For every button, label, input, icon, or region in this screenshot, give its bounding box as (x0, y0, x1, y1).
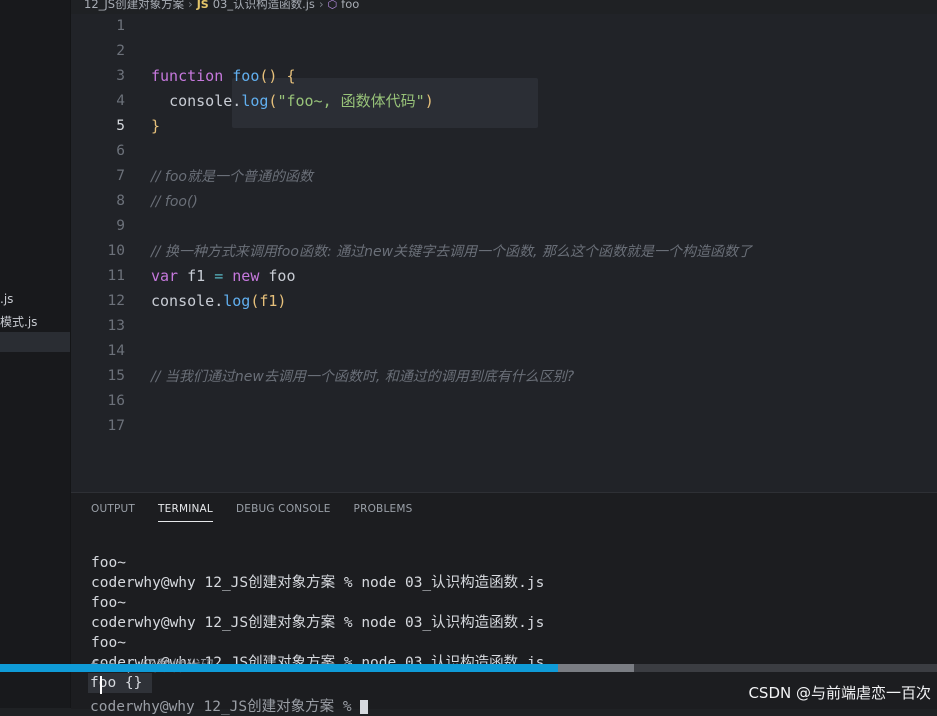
tab-debug-console[interactable]: DEBUG CONSOLE (236, 503, 331, 522)
cube-symbol-icon: ⬡ (327, 0, 338, 11)
code-text: } (151, 114, 160, 139)
code-line[interactable]: 14 (71, 339, 937, 364)
punctuation: (f1) (250, 292, 287, 310)
text-cursor-icon (100, 676, 102, 694)
terminal-output[interactable]: foo~ coderwhy@why 12_JS创建对象方案 % node 03_… (91, 533, 544, 673)
code-text: // foo就是一个普通的函数 (151, 164, 313, 190)
code-line[interactable]: 9 (71, 214, 937, 239)
js-file-icon: JS (196, 0, 209, 11)
line-number: 1 (116, 18, 125, 34)
comment: // 当我们通过new去调用一个函数时, 和通过的调用到底有什么区别? (151, 369, 575, 385)
line-number: 3 (116, 68, 125, 84)
breadcrumb-file[interactable]: 03_认识构造函数.js (213, 0, 315, 12)
panel-tabs: OUTPUT TERMINAL DEBUG CONSOLE PROBLEMS (91, 503, 412, 522)
punctuation: () { (259, 67, 296, 85)
identifier: console (169, 92, 233, 110)
terminal-prompt[interactable]: coderwhy@why 12_JS创建对象方案 % (90, 695, 369, 716)
code-text: var f1 = new foo (151, 264, 296, 289)
progress-buffered (557, 664, 635, 672)
line-number: 15 (107, 368, 125, 384)
code-line[interactable]: 5} (71, 114, 937, 139)
method-name: log (241, 92, 269, 110)
line-number: 13 (107, 318, 125, 334)
code-line[interactable]: 6 (71, 139, 937, 164)
line-number: 12 (107, 293, 125, 309)
keyword: var (151, 267, 179, 285)
line-number: 10 (107, 243, 125, 259)
method-name: log (223, 292, 251, 310)
punctuation: . (232, 92, 242, 110)
breadcrumb-folder[interactable]: 12_JS创建对象方案 (84, 0, 184, 12)
line-number: 4 (116, 93, 125, 109)
terminal-line: foo~ (91, 555, 126, 571)
code-line[interactable]: 17 (71, 414, 937, 439)
line-number: 6 (116, 143, 125, 159)
line-number: 5 (116, 118, 125, 134)
operator: = (214, 267, 224, 285)
code-line[interactable]: 11 var f1 = new foo (71, 264, 937, 289)
identifier: f1 (187, 267, 206, 285)
breadcrumb: 12_JS创建对象方案 › JS 03_认识构造函数.js › ⬡ foo (84, 0, 359, 12)
code-editor[interactable]: 1 2 3 function foo() {4 console.log("foo~, … (71, 14, 937, 492)
breadcrumb-symbol[interactable]: foo (341, 0, 359, 11)
code-line[interactable]: 10 // 换一种方式来调用foo函数: 通过new关键字去调用一个函数, 那么这… (71, 239, 937, 264)
terminal-line: foo~ (91, 595, 126, 611)
line-number: 11 (107, 268, 125, 284)
punctuation: ) (424, 92, 434, 110)
string-literal: "foo~, 函数体代码" (277, 92, 425, 110)
chevron-right-icon: › (188, 0, 193, 11)
line-number: 2 (116, 43, 125, 59)
sidebar-file-item[interactable]: .js (0, 292, 13, 306)
identifier: foo (268, 267, 296, 285)
terminal-line: coderwhy@why 12_JS创建对象方案 % node 03_认识构造函… (91, 575, 545, 591)
chevron-right-icon: › (318, 0, 324, 11)
keyword: function (151, 67, 224, 85)
code-line[interactable]: 12 console.log(f1) (71, 289, 937, 314)
code-line[interactable]: 8 // foo() (71, 189, 937, 214)
tab-output[interactable]: OUTPUT (91, 503, 135, 522)
line-number: 16 (107, 393, 125, 409)
code-line[interactable]: 7 // foo就是一个普通的函数 (71, 164, 937, 189)
tab-problems[interactable]: PROBLEMS (354, 503, 413, 522)
code-line[interactable]: 2 (71, 39, 937, 64)
code-text: console.log(f1) (151, 292, 287, 310)
keyword: new (232, 267, 260, 285)
code-line[interactable]: 15 // 当我们通过new去调用一个函数时, 和通过的调用到底有什么区别? (71, 364, 937, 389)
code-line[interactable]: 13 (71, 314, 937, 339)
code-text: function foo() { (151, 64, 296, 89)
line-number: 17 (107, 418, 125, 434)
code-line[interactable]: 4 console.log("foo~, 函数体代码") (71, 89, 937, 114)
terminal-line: coderwhy@why 12_JS创建对象方案 % node 03_认识构造函… (91, 615, 545, 631)
line-number: 14 (107, 343, 125, 359)
prompt-text: coderwhy@why 12_JS创建对象方案 % (90, 699, 361, 715)
code-text: console.log("foo~, 函数体代码") (151, 89, 434, 114)
line-number: 9 (116, 218, 125, 234)
identifier: console (151, 292, 215, 310)
terminal-line: foo~ (91, 635, 126, 651)
comment: // foo就是一个普通的函数 (151, 169, 313, 185)
punctuation: } (151, 117, 161, 135)
watermark: CSDN @与前端虐恋一百次 (748, 684, 931, 702)
code-text: // 当我们通过new去调用一个函数时, 和通过的调用到底有什么区别? (151, 364, 574, 390)
tab-terminal[interactable]: TERMINAL (158, 503, 213, 522)
code-text: // 换一种方式来调用foo函数: 通过new关键字去调用一个函数, 那么这个函… (151, 239, 752, 265)
terminal-cursor (360, 700, 369, 714)
comment: // foo() (151, 194, 198, 210)
sidebar-file-item[interactable]: 模式.js (0, 313, 37, 330)
code-line[interactable]: 3 function foo() { (71, 64, 937, 89)
code-line[interactable]: 16 (71, 389, 937, 414)
function-name: foo (232, 67, 260, 85)
line-number: 8 (116, 193, 125, 209)
terminal-object-output: foo {} (90, 675, 143, 691)
comment: // 换一种方式来调用foo函数: 通过new关键字去调用一个函数, 那么这个函… (151, 244, 752, 260)
progress-played (0, 664, 558, 672)
explorer-sidebar: .js 模式.js (0, 0, 71, 708)
bottom-panel: OUTPUT TERMINAL DEBUG CONSOLE PROBLEMS f… (71, 492, 937, 709)
video-progress-bar[interactable] (0, 664, 937, 672)
code-text: // foo() (151, 189, 198, 215)
line-number: 7 (116, 168, 125, 184)
code-line[interactable]: 1 (71, 14, 937, 39)
sidebar-active-row[interactable] (0, 332, 70, 352)
